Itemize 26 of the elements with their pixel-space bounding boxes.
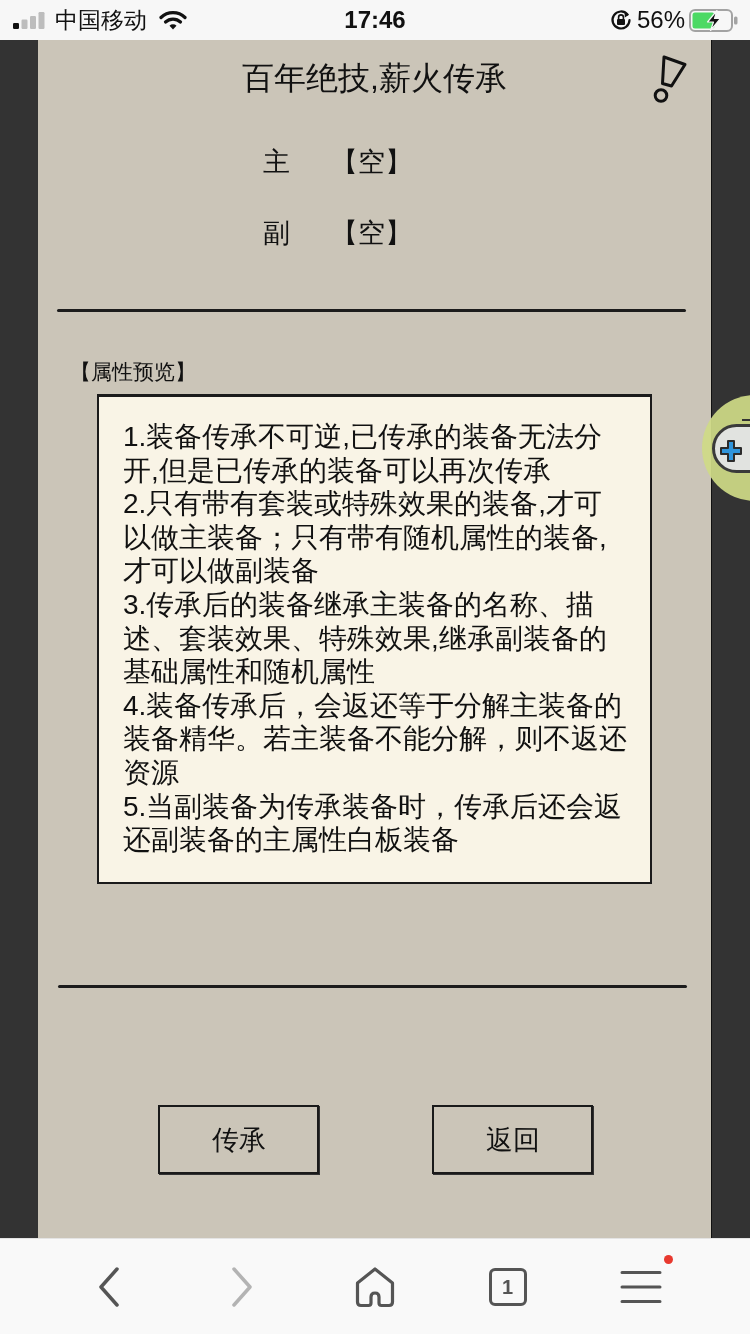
wifi-icon (159, 10, 187, 30)
rule-text: 4.装备传承后，会返还等于分解主装备的装备精华。若主装备不能分解，则不返还资源 (123, 688, 628, 790)
slot-value[interactable]: 【空】 (331, 144, 412, 179)
rule-text: 2.只有带有套装或特殊效果的装备,才可以做主装备；只有带有随机属性的装备,才可以做副装备 (123, 487, 608, 588)
slot-value[interactable]: 【空】 (331, 215, 412, 250)
page-title: 百年绝技,薪火传承 (242, 58, 507, 98)
slot-label: 主 (263, 145, 291, 179)
return-button[interactable]: 返回 (432, 1105, 593, 1174)
signal-icon (13, 11, 45, 29)
back-icon[interactable] (97, 1266, 120, 1307)
exclamation-icon[interactable] (653, 54, 687, 103)
rotation-lock-icon (609, 9, 632, 31)
floating-plus-icon[interactable] (700, 395, 750, 501)
battery-icon (689, 8, 738, 32)
home-icon[interactable] (353, 1265, 396, 1308)
battery-percent: 56% (636, 6, 685, 34)
section-heading: 【属性预览】 (70, 360, 196, 384)
rule-text: 5.当副装备为传承装备时，传承后还会返还副装备的主属性白板装备 (123, 789, 624, 857)
tabs-button[interactable]: 1 (488, 1267, 527, 1306)
carrier-name: 中国移动 (55, 6, 147, 34)
slot-label: 副 (263, 216, 291, 250)
inherit-button[interactable]: 传承 (158, 1105, 319, 1174)
rule-text: 1.装备传承不可逆,已传承的装备无法分开,但是已传承的装备可以再次传承 (123, 420, 604, 488)
rule-text: 3.传承后的装备继承主装备的名称、描述、套装效果、特殊效果,继承副装备的基础属性和随机属性 (123, 587, 608, 689)
menu-icon[interactable] (619, 1269, 662, 1304)
clock-time: 17:46 (344, 6, 406, 34)
